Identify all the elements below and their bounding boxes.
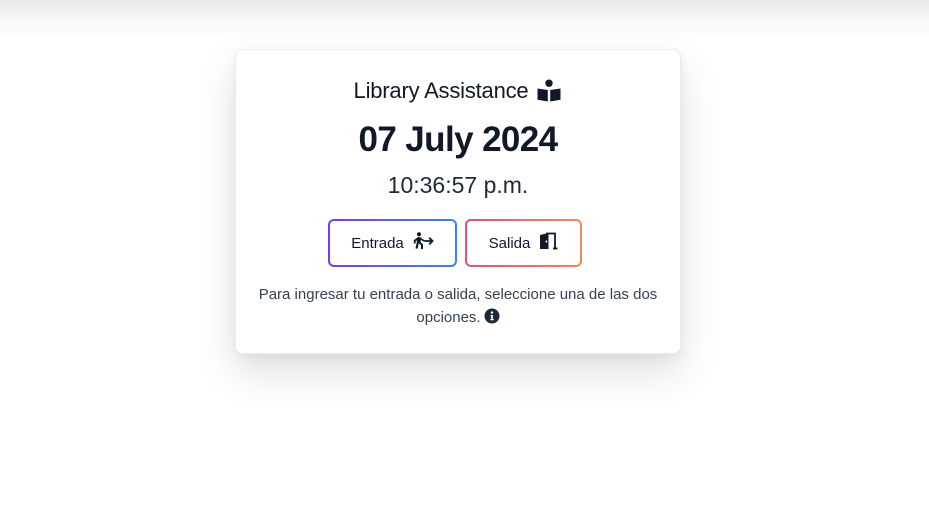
entrada-label: Entrada [351, 234, 404, 252]
current-date: 07 July 2024 [358, 120, 558, 159]
attendance-card: Library Assistance 07 July 2024 10:36:57… [235, 49, 681, 354]
info-circle-icon [484, 308, 500, 324]
instructions-label: Para ingresar tu entrada o salida, selec… [258, 286, 658, 326]
instructions-text: Para ingresar tu entrada o salida, selec… [256, 283, 660, 329]
person-walking-arrow-right-icon [412, 232, 434, 254]
entrada-button[interactable]: Entrada [328, 219, 457, 267]
door-exit-icon [538, 232, 558, 254]
salida-label: Salida [488, 234, 531, 252]
top-shadow-band [0, 0, 929, 40]
card-title: Library Assistance [353, 78, 529, 103]
salida-button[interactable]: Salida [465, 219, 582, 267]
card-header: Library Assistance [236, 76, 680, 106]
book-reader-icon [536, 79, 562, 103]
current-time: 10:36:57 p.m. [387, 172, 529, 198]
